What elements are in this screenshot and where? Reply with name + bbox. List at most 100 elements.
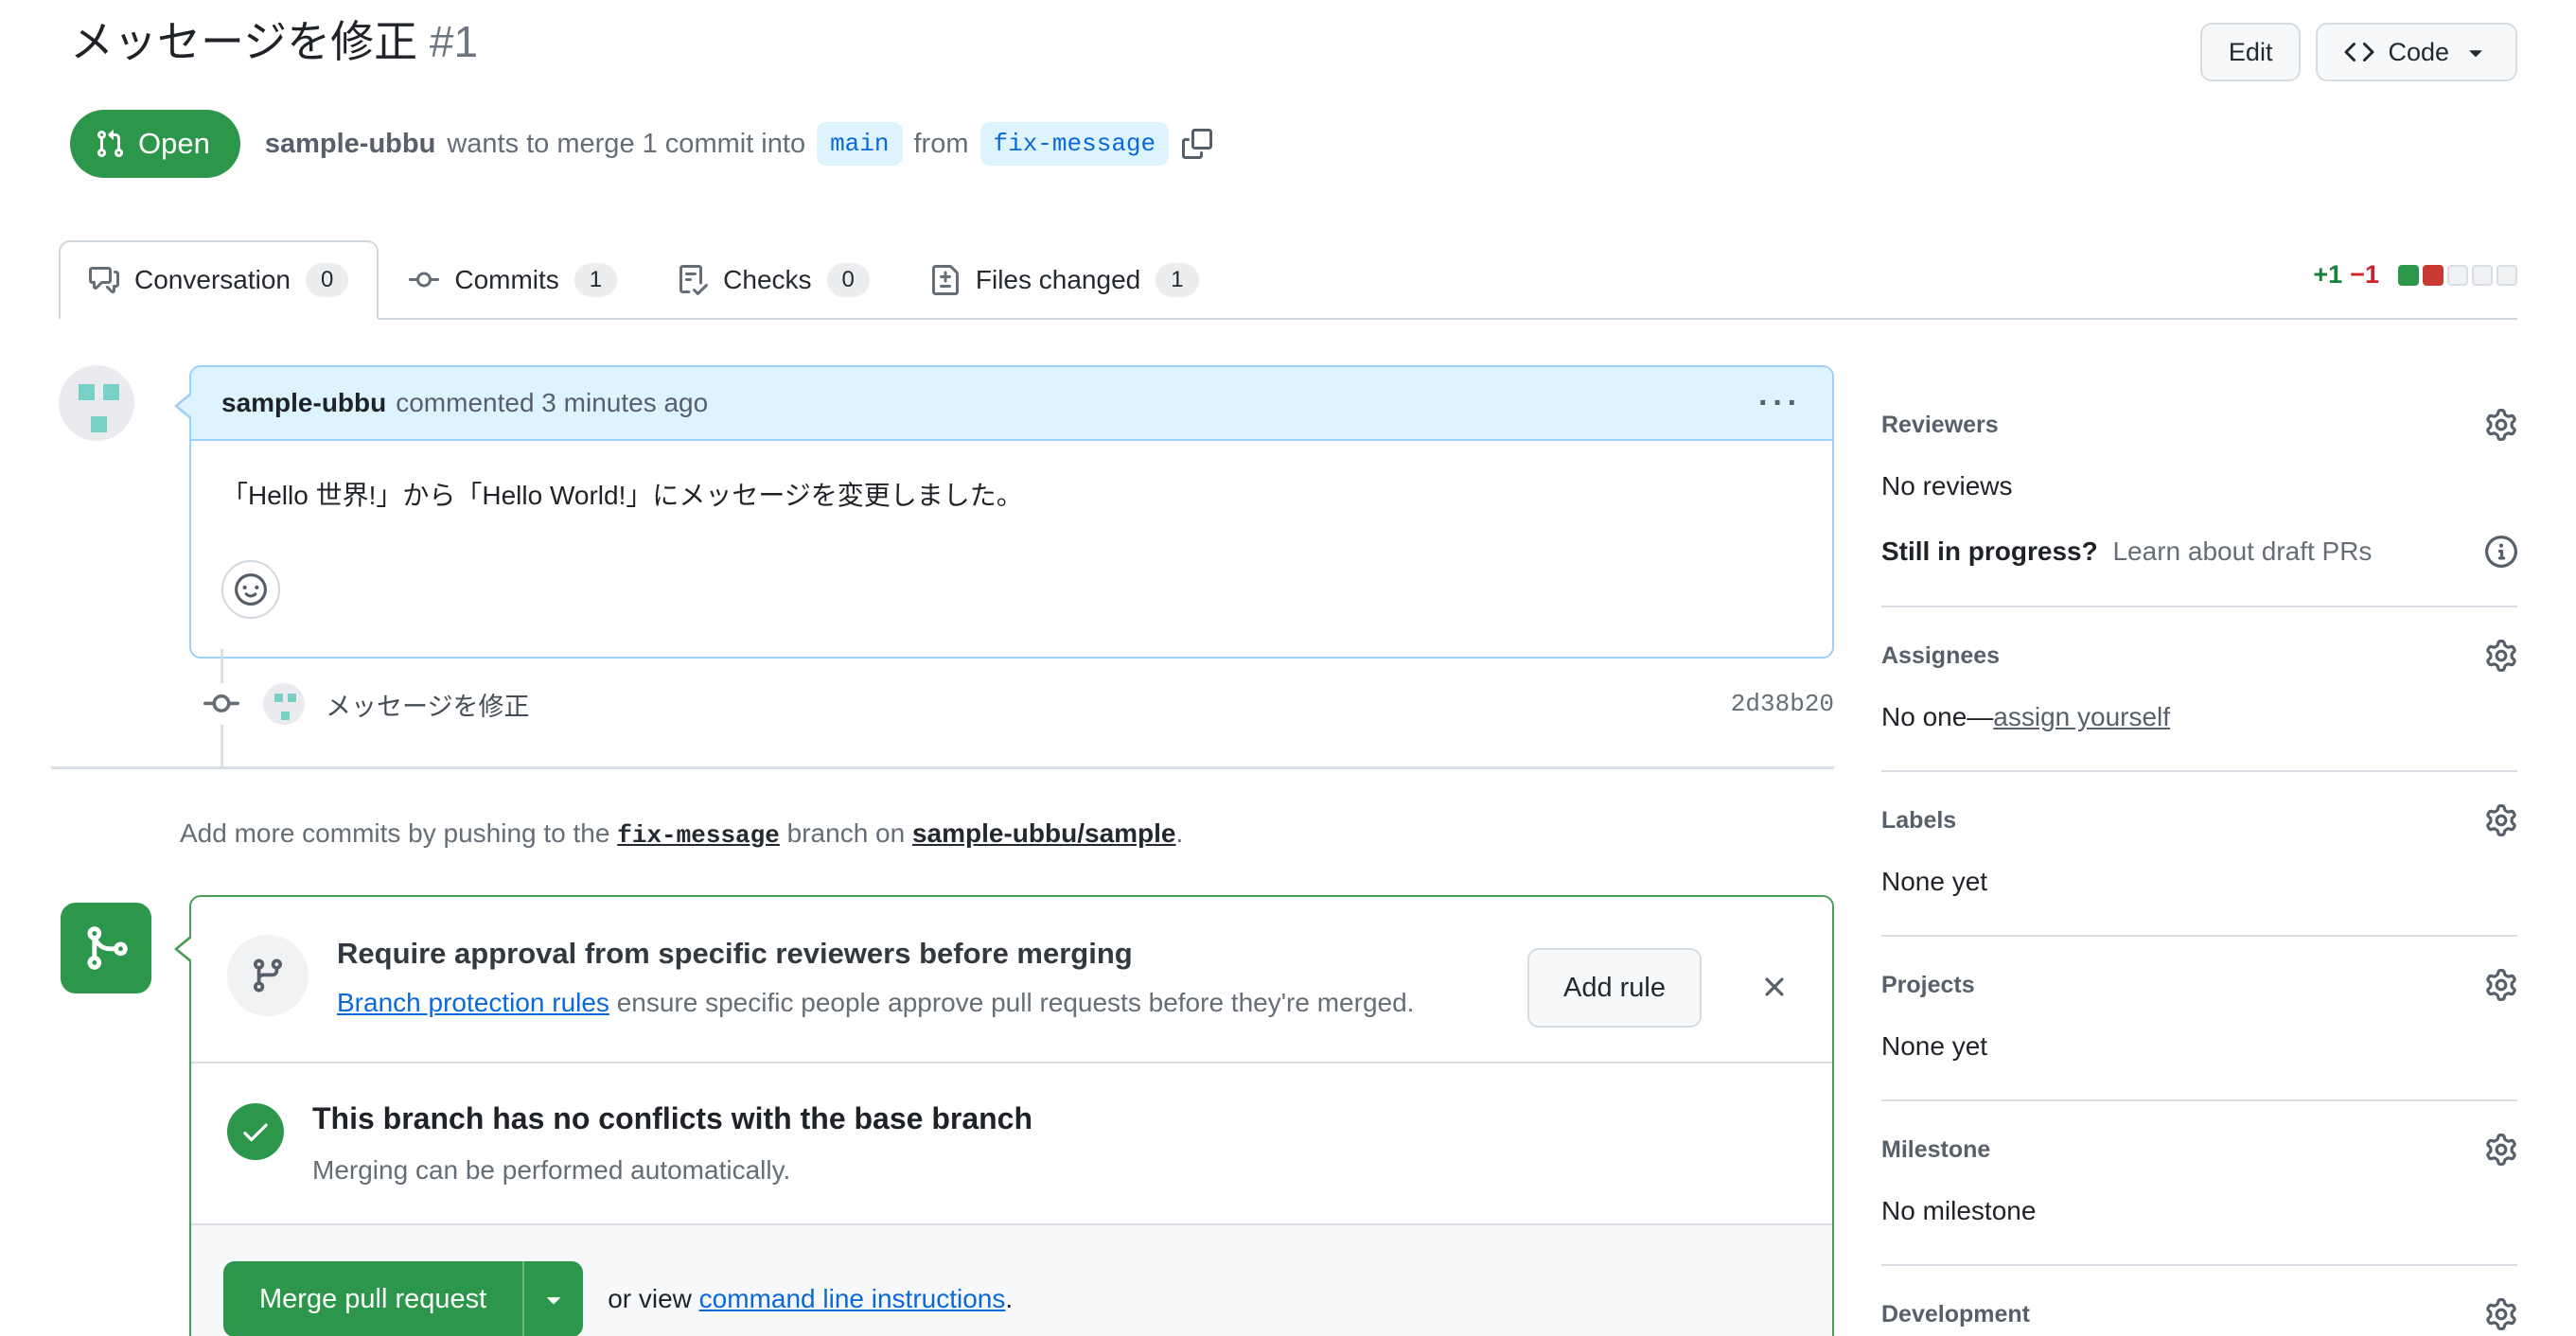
tab-files-changed[interactable]: Files changed 1 xyxy=(900,240,1229,320)
smiley-icon xyxy=(235,573,267,606)
sidebar-section-development: Development xyxy=(1881,1266,2517,1336)
gear-icon[interactable] xyxy=(2485,1298,2517,1330)
tab-commits[interactable]: Commits 1 xyxy=(379,240,647,320)
pr-header: メッセージを修正 #1 Edit Code xyxy=(59,0,2517,81)
commit-avatar[interactable] xyxy=(263,683,305,725)
push-note-repo[interactable]: sample-ubbu/sample xyxy=(912,818,1176,848)
development-heading-row[interactable]: Development xyxy=(1881,1298,2517,1330)
add-reaction-button[interactable] xyxy=(221,560,280,619)
pr-number: #1 xyxy=(429,17,479,66)
git-commit-icon xyxy=(409,265,439,295)
tab-counter: 1 xyxy=(1156,263,1199,297)
diff-block-added xyxy=(2398,264,2419,286)
commit-row: メッセージを修正 2d38b20 xyxy=(59,683,1834,725)
projects-empty-text: None yet xyxy=(1881,1031,1988,1061)
labels-heading-row[interactable]: Labels xyxy=(1881,804,2517,836)
assignees-heading-row[interactable]: Assignees xyxy=(1881,640,2517,672)
merge-status-title: This branch has no conflicts with the ba… xyxy=(312,1101,1033,1135)
tab-checks[interactable]: Checks 0 xyxy=(647,240,900,320)
projects-heading: Projects xyxy=(1881,971,1975,998)
chevron-down-icon xyxy=(2462,39,2489,65)
check-icon xyxy=(227,1103,284,1160)
comment-body: 「Hello 世界!」から「Hello World!」にメッセージを変更しました… xyxy=(191,441,1832,657)
page-title: メッセージを修正 #1 xyxy=(59,15,478,70)
avatar[interactable] xyxy=(59,365,134,441)
pr-status-row: Open sample-ubbu wants to merge 1 commit… xyxy=(59,110,2517,178)
git-merge-icon xyxy=(61,903,151,993)
diff-block-neutral xyxy=(2472,264,2493,286)
branch-protection-title: Require approval from specific reviewers… xyxy=(337,937,1133,970)
labels-empty-text: None yet xyxy=(1881,867,1988,896)
merge-pull-request-button[interactable]: Merge pull request xyxy=(223,1261,584,1336)
comment-author[interactable]: sample-ubbu xyxy=(221,388,386,418)
header-actions: Edit Code xyxy=(2199,15,2517,81)
commit-message[interactable]: メッセージを修正 xyxy=(326,686,529,723)
code-icon xyxy=(2344,37,2374,67)
pr-page: メッセージを修正 #1 Edit Code Open sample-ubbu w… xyxy=(0,0,2576,1336)
projects-heading-row[interactable]: Projects xyxy=(1881,969,2517,1001)
comment-header: sample-ubbu commented 3 minutes ago ··· xyxy=(191,367,1832,441)
merge-options-caret[interactable] xyxy=(522,1261,584,1336)
git-pull-request-icon xyxy=(95,129,125,159)
timeline-divider xyxy=(51,766,1834,769)
sidebar-section-milestone: Milestone No milestone xyxy=(1881,1101,2517,1266)
sidebar-section-projects: Projects None yet xyxy=(1881,937,2517,1101)
comment-discussion-icon xyxy=(89,265,119,295)
comment-box: sample-ubbu commented 3 minutes ago ··· … xyxy=(174,365,1834,659)
branch-protection-rules-link[interactable]: Branch protection rules xyxy=(337,988,609,1017)
branch-protection-text: Require approval from specific reviewers… xyxy=(337,935,1499,1018)
branch-protection-desc: Branch protection rules ensure specific … xyxy=(337,988,1415,1017)
comment-thread: sample-ubbu commented 3 minutes ago ··· … xyxy=(59,365,1834,659)
tab-conversation[interactable]: Conversation 0 xyxy=(59,240,379,320)
comment-text: 「Hello 世界!」から「Hello World!」にメッセージを変更しました… xyxy=(221,481,1023,510)
checklist-icon xyxy=(678,265,708,295)
reviewers-empty-text: No reviews xyxy=(1881,471,2013,501)
draft-pr-text: Still in progress? Learn about draft PRs xyxy=(1881,536,2373,566)
info-icon[interactable] xyxy=(2485,536,2517,568)
merge-summary: sample-ubbu wants to merge 1 commit into… xyxy=(265,122,1212,166)
commit-sha[interactable]: 2d38b20 xyxy=(1731,690,1834,718)
reviewers-heading-row[interactable]: Reviewers xyxy=(1881,409,2517,441)
tab-counter: 0 xyxy=(826,263,870,297)
push-note-branch: fix-message xyxy=(617,821,780,850)
git-branch-icon xyxy=(227,935,309,1016)
gear-icon[interactable] xyxy=(2485,640,2517,672)
reviewers-heading: Reviewers xyxy=(1881,411,1999,438)
close-icon[interactable] xyxy=(1758,971,1791,1003)
sidebar-section-assignees: Assignees No one—assign yourself xyxy=(1881,607,2517,772)
merge-footer: Merge pull request or view command line … xyxy=(191,1223,1832,1336)
diff-block-deleted xyxy=(2423,264,2444,286)
kebab-menu-icon[interactable]: ··· xyxy=(1758,387,1802,419)
milestone-heading-row[interactable]: Milestone xyxy=(1881,1134,2517,1166)
gear-icon[interactable] xyxy=(2485,969,2517,1001)
learn-draft-prs-link[interactable]: Learn about draft PRs xyxy=(2112,536,2372,566)
command-line-instructions-link[interactable]: command line instructions xyxy=(699,1284,1006,1313)
diffstat[interactable]: +1 −1 xyxy=(2313,260,2517,290)
push-note: Add more commits by pushing to the fix-m… xyxy=(180,818,1184,850)
add-rule-button[interactable]: Add rule xyxy=(1526,948,1702,1028)
assign-yourself-link[interactable]: assign yourself xyxy=(1993,702,2170,731)
author-name[interactable]: sample-ubbu xyxy=(265,129,435,160)
gear-icon[interactable] xyxy=(2485,804,2517,836)
file-diff-icon xyxy=(930,265,961,295)
pr-tab-nav: Conversation 0 Commits 1 Checks 0 Files … xyxy=(59,240,2517,320)
pr-title-text: メッセージを修正 xyxy=(70,17,418,66)
gear-icon[interactable] xyxy=(2485,409,2517,441)
labels-heading: Labels xyxy=(1881,806,1957,834)
conversation-column: sample-ubbu commented 3 minutes ago ··· … xyxy=(51,365,1834,1336)
milestone-heading: Milestone xyxy=(1881,1135,1991,1163)
assignees-heading: Assignees xyxy=(1881,642,2001,669)
commit-timeline: メッセージを修正 2d38b20 xyxy=(59,649,1834,766)
merge-area: Require approval from specific reviewers… xyxy=(59,895,1834,1336)
code-button[interactable]: Code xyxy=(2316,23,2517,81)
gear-icon[interactable] xyxy=(2485,1134,2517,1166)
head-branch-label[interactable]: fix-message xyxy=(979,122,1170,166)
development-heading: Development xyxy=(1881,1300,2030,1327)
tab-counter: 0 xyxy=(305,263,349,297)
cli-instructions-text: or view command line instructions. xyxy=(608,1284,1014,1313)
merge-status-section: This branch has no conflicts with the ba… xyxy=(191,1064,1832,1223)
edit-button[interactable]: Edit xyxy=(2199,23,2302,81)
deletions-count: −1 xyxy=(2350,260,2379,289)
copy-branch-button[interactable] xyxy=(1182,129,1212,159)
base-branch-label[interactable]: main xyxy=(817,122,903,166)
